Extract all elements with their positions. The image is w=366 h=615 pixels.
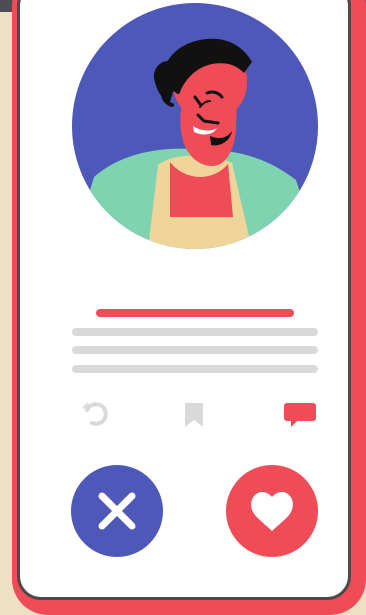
close-icon [98,492,136,530]
name-placeholder-line [96,309,294,317]
refresh-icon[interactable] [78,398,112,432]
heart-icon [251,491,293,531]
bio-placeholder-line [72,328,318,336]
like-button[interactable] [226,465,318,557]
bio-placeholder-line [72,346,318,354]
message-icon[interactable] [283,398,317,432]
profile-avatar [72,3,318,249]
dating-profile-illustration [0,0,366,615]
bio-placeholder-line [72,365,318,373]
reject-button[interactable] [71,465,163,557]
bookmark-icon[interactable] [177,398,211,432]
